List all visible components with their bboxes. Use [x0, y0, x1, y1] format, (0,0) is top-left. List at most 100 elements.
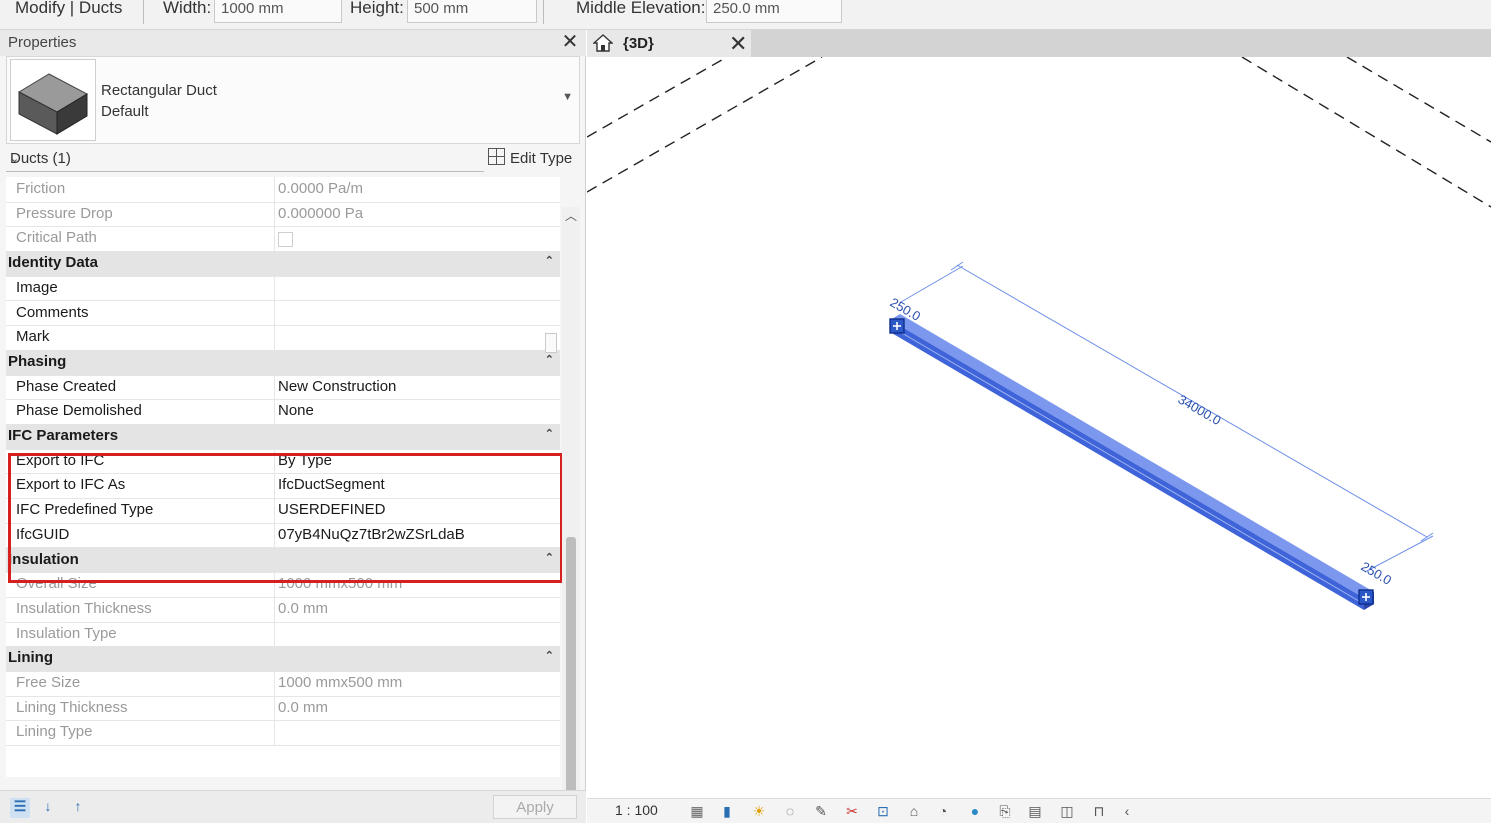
- close-tab-icon[interactable]: ✕: [729, 30, 747, 57]
- param-name: Friction: [16, 180, 66, 197]
- table-row[interactable]: Pressure Drop 0.000000 Pa: [6, 201, 560, 228]
- critical-path-checkbox[interactable]: [278, 229, 293, 251]
- table-row[interactable]: Mark: [6, 325, 560, 351]
- dim-end-label[interactable]: 250.0: [1359, 559, 1395, 588]
- sort-descending-icon[interactable]: ↑: [68, 798, 88, 818]
- crop-view-icon[interactable]: ✂: [842, 803, 862, 820]
- view-tab-bar: {3D} ✕: [587, 30, 1491, 57]
- param-name: Comments: [16, 303, 89, 321]
- tab-3d[interactable]: {3D} ✕: [587, 30, 751, 57]
- table-row[interactable]: Critical Path: [6, 226, 560, 253]
- detail-level-icon[interactable]: ▦: [687, 803, 707, 820]
- level-lines: [587, 57, 1491, 208]
- group-header-ifc[interactable]: IFC Parameters ⌃: [6, 424, 560, 450]
- chevron-left-icon[interactable]: ‹: [1117, 803, 1137, 820]
- temporary-properties-icon[interactable]: ⎘: [995, 803, 1015, 820]
- group-title: IFC Parameters: [8, 427, 119, 444]
- edit-type-icon: [488, 148, 505, 165]
- param-name: Insulation Type: [16, 624, 117, 642]
- table-row[interactable]: Lining Type: [6, 720, 560, 747]
- type-selector[interactable]: Rectangular Duct Default ▼: [6, 56, 580, 144]
- properties-panel: Properties ✕ Rectangular Duct Default ▼ …: [0, 30, 586, 823]
- lock-view-icon[interactable]: ⌂: [904, 803, 924, 820]
- reveal-constraints-icon[interactable]: ⊓: [1089, 803, 1109, 820]
- group-title: Phasing: [8, 352, 67, 370]
- sun-path-icon[interactable]: ☀: [749, 803, 769, 820]
- reveal-hidden-icon[interactable]: ●: [965, 803, 985, 820]
- param-value: 1000 mmx500 mm: [278, 674, 403, 691]
- temporary-hide-icon[interactable]: ◔: [933, 803, 953, 820]
- param-value[interactable]: None: [278, 402, 314, 419]
- table-row[interactable]: Image: [6, 275, 560, 302]
- collapse-icon[interactable]: ⌃: [545, 254, 554, 267]
- categorized-view-icon[interactable]: ☰: [10, 798, 30, 818]
- param-name: Mark: [16, 328, 50, 346]
- param-name: Phase Demolished: [16, 402, 142, 420]
- element-filter-dropdown[interactable]: Ducts (1) ⌄: [6, 148, 484, 172]
- param-value: 0.0 mm: [278, 599, 329, 617]
- visual-style-icon[interactable]: ▮: [717, 803, 737, 820]
- height-field[interactable]: 500 mm: [407, 0, 537, 23]
- edit-type-button[interactable]: Edit Type: [488, 148, 580, 172]
- chevron-down-icon[interactable]: ▼: [562, 91, 573, 103]
- height-label: Height:: [350, 0, 404, 17]
- group-title: Identity Data: [8, 254, 99, 272]
- group-header-phasing[interactable]: Phasing ⌃: [6, 349, 560, 376]
- param-value[interactable]: New Construction: [278, 378, 396, 395]
- highlight-displacement-icon[interactable]: ◫: [1057, 803, 1077, 820]
- width-field[interactable]: 1000 mm: [214, 0, 342, 23]
- type-family: Rectangular Duct: [101, 82, 217, 99]
- context-label: Modify | Ducts: [15, 0, 123, 17]
- table-row[interactable]: Insulation Type: [6, 621, 560, 648]
- width-label: Width:: [163, 0, 212, 17]
- group-header-identity[interactable]: Identity Data ⌃: [6, 251, 560, 277]
- param-value: 0.0000 Pa/m: [278, 180, 364, 197]
- view-scale[interactable]: 1 : 100: [615, 802, 658, 818]
- param-name: Phase Created: [16, 377, 117, 395]
- collapse-icon[interactable]: ⌃: [545, 427, 554, 440]
- apply-button[interactable]: Apply: [493, 795, 577, 819]
- param-value: 0.000000 Pa: [278, 204, 364, 222]
- elevation-field[interactable]: 250.0 mm: [706, 0, 842, 23]
- table-row[interactable]: Phase Demolished None: [6, 399, 560, 425]
- elevation-label: Middle Elevation:: [576, 0, 706, 17]
- show-crop-icon[interactable]: ⊡: [873, 803, 893, 820]
- param-name: Image: [16, 278, 58, 296]
- options-bar: Modify | Ducts Width: 1000 mm Height: 50…: [0, 0, 1491, 30]
- sort-ascending-icon[interactable]: ↓: [38, 798, 58, 818]
- scroll-thumb[interactable]: [566, 537, 576, 799]
- home-icon: [592, 34, 614, 52]
- table-row[interactable]: Comments: [6, 300, 560, 327]
- model-canvas[interactable]: 250.0 34000.0 250.0: [587, 57, 1491, 797]
- param-name: Insulation Thickness: [16, 599, 152, 617]
- param-name: Lining Thickness: [16, 698, 128, 716]
- scroll-up-icon[interactable]: ︿: [562, 207, 580, 227]
- divider: [143, 0, 144, 24]
- param-value: 0.0 mm: [278, 698, 329, 716]
- table-row[interactable]: Insulation Thickness 0.0 mm: [6, 596, 560, 623]
- table-row[interactable]: Phase Created New Construction: [6, 374, 560, 401]
- collapse-icon[interactable]: ⌃: [545, 649, 554, 662]
- ifc-highlight-box: [8, 453, 563, 583]
- edit-type-label: Edit Type: [510, 150, 573, 167]
- view-control-bar: 1 : 100 ▦ ▮ ☀ ◌ ✎ ✂ ⊡ ⌂ ◔ ● ⎘ ▤ ◫ ⊓ ‹: [587, 798, 1491, 823]
- view-3d-pane: {3D} ✕ 250.0 34000.0 250.0 1: 100 ▦ ▮ ☀…: [587, 30, 1491, 823]
- render-icon[interactable]: ✎: [811, 803, 831, 820]
- show-analytical-icon[interactable]: ▤: [1025, 803, 1045, 820]
- table-row[interactable]: Free Size 1000 mmx500 mm: [6, 671, 560, 697]
- collapse-icon[interactable]: ⌃: [545, 353, 554, 366]
- comments-edit-button[interactable]: [545, 333, 557, 353]
- properties-footer: ☰ ↓ ↑ Apply: [0, 790, 586, 823]
- shadows-icon[interactable]: ◌: [780, 803, 800, 820]
- table-row[interactable]: Lining Thickness 0.0 mm: [6, 695, 560, 722]
- table-row[interactable]: Friction 0.0000 Pa/m: [6, 177, 560, 203]
- properties-scrollbar[interactable]: ︿ ﹀: [562, 207, 580, 819]
- dim-length-label[interactable]: 34000.0: [1176, 392, 1224, 428]
- group-title: Lining: [8, 649, 53, 667]
- type-name: Rectangular Duct Default: [101, 80, 217, 122]
- close-icon[interactable]: ✕: [560, 31, 580, 53]
- type-variant: Default: [101, 103, 149, 120]
- tab-label: {3D}: [623, 35, 654, 52]
- properties-title-bar: Properties ✕: [0, 30, 586, 56]
- group-header-lining[interactable]: Lining ⌃: [6, 646, 560, 672]
